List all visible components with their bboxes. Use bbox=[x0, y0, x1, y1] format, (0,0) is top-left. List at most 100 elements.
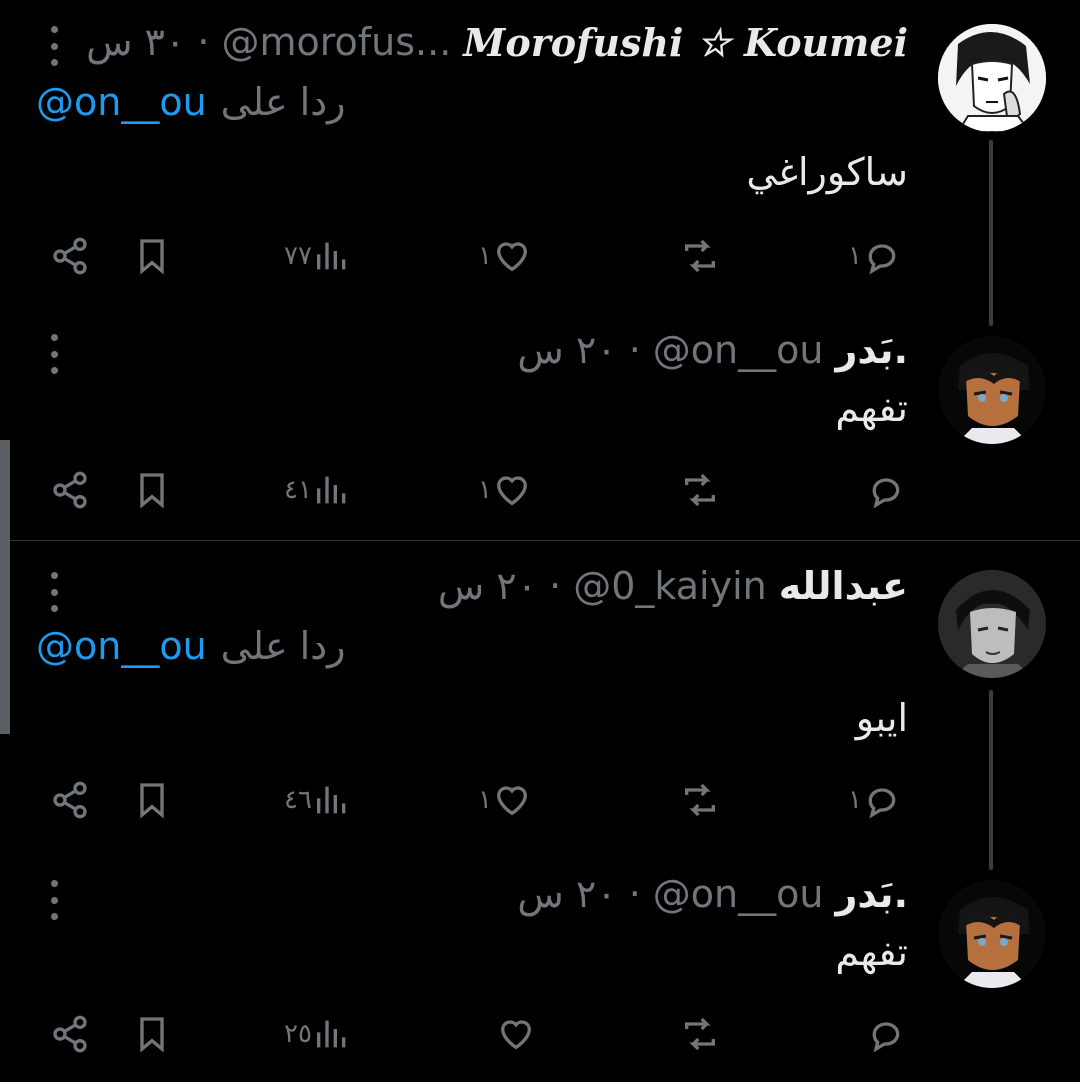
views-button[interactable]: ٤١ bbox=[284, 460, 352, 520]
more-icon[interactable] bbox=[44, 334, 64, 374]
display-name[interactable]: Morofushi ☆ Koumei bbox=[463, 20, 908, 65]
replying-label: ردا على bbox=[220, 80, 346, 124]
user-handle[interactable]: @on__ou bbox=[653, 328, 824, 372]
tweet-header: Morofushi ☆ Koumei @morofus... · ٣٠ س bbox=[86, 12, 908, 72]
bookmark-icon bbox=[140, 473, 164, 509]
separator-dot: · bbox=[549, 564, 562, 608]
views-count: ٢٥ bbox=[284, 1019, 312, 1049]
timestamp[interactable]: ٣٠ س bbox=[86, 20, 185, 64]
bookmark-icon bbox=[140, 783, 164, 819]
user-handle[interactable]: @on__ou bbox=[653, 872, 824, 916]
reply-button[interactable] bbox=[866, 460, 906, 520]
avatar[interactable] bbox=[938, 24, 1046, 132]
bookmark-icon bbox=[140, 1017, 164, 1053]
retweet-icon bbox=[685, 473, 715, 507]
user-handle[interactable]: @morofus... bbox=[221, 20, 451, 64]
tweet-text: تفهم bbox=[835, 386, 908, 430]
like-count: ١ bbox=[478, 241, 492, 271]
avatar[interactable] bbox=[938, 880, 1046, 988]
views-button[interactable]: ٢٥ bbox=[284, 1004, 352, 1064]
action-bar: ٤٦ ١ ١ bbox=[40, 770, 920, 830]
action-bar: ٤١ ١ bbox=[40, 460, 920, 520]
retweet-icon bbox=[685, 1017, 715, 1051]
reply-icon bbox=[872, 1022, 900, 1053]
bookmark-button[interactable] bbox=[132, 770, 172, 830]
views-button[interactable]: ٧٧ bbox=[284, 226, 352, 286]
share-button[interactable] bbox=[50, 770, 90, 830]
like-button[interactable]: ١ bbox=[478, 770, 532, 830]
avatar[interactable] bbox=[938, 570, 1046, 678]
separator-dot: · bbox=[628, 328, 641, 372]
display-name[interactable]: عبدالله bbox=[779, 564, 908, 608]
display-name[interactable]: بَدر. bbox=[835, 872, 908, 916]
like-icon bbox=[496, 786, 527, 816]
bookmark-icon bbox=[140, 239, 164, 275]
like-icon bbox=[500, 1020, 532, 1050]
bookmark-button[interactable] bbox=[132, 1004, 172, 1064]
more-icon[interactable] bbox=[44, 572, 64, 612]
reply-count: ١ bbox=[848, 241, 862, 271]
timestamp[interactable]: ٢٠ س bbox=[517, 872, 616, 916]
like-count: ١ bbox=[478, 475, 492, 505]
like-button[interactable]: ١ bbox=[478, 460, 532, 520]
retweet-icon bbox=[685, 239, 715, 273]
retweet-button[interactable] bbox=[680, 770, 720, 830]
more-icon[interactable] bbox=[44, 880, 64, 920]
reply-button[interactable] bbox=[866, 1004, 906, 1064]
views-icon bbox=[316, 1020, 346, 1048]
like-button[interactable]: ١ bbox=[478, 226, 532, 286]
share-button[interactable] bbox=[50, 460, 90, 520]
separator-dot: · bbox=[628, 872, 641, 916]
user-handle[interactable]: @0_kaiyin bbox=[573, 564, 767, 608]
action-bar: ٢٥ bbox=[40, 1004, 920, 1064]
reply-button[interactable]: ١ bbox=[848, 226, 902, 286]
tweet-header: بَدر. @on__ou · ٢٠ س bbox=[517, 320, 908, 380]
action-bar: ٧٧ ١ ١ bbox=[40, 226, 920, 286]
share-icon bbox=[53, 1015, 87, 1053]
views-button[interactable]: ٤٦ bbox=[284, 770, 352, 830]
share-button[interactable] bbox=[50, 226, 90, 286]
views-count: ٧٧ bbox=[284, 241, 312, 271]
replying-to: @on__ou ردا على bbox=[36, 80, 346, 124]
thread-line bbox=[989, 140, 993, 326]
share-icon bbox=[53, 781, 87, 819]
tweet-text: ايبو bbox=[855, 696, 908, 740]
bookmark-button[interactable] bbox=[132, 226, 172, 286]
reply-icon bbox=[868, 788, 896, 819]
tweet-header: بَدر. @on__ou · ٢٠ س bbox=[517, 864, 908, 924]
share-icon bbox=[53, 471, 87, 509]
views-count: ٤١ bbox=[284, 475, 312, 505]
tweet-text: ساكوراغي bbox=[746, 150, 908, 194]
views-icon bbox=[316, 476, 346, 504]
share-icon bbox=[53, 237, 87, 275]
like-icon bbox=[496, 242, 527, 272]
reply-to-handle[interactable]: @on__ou bbox=[36, 80, 207, 124]
views-icon bbox=[316, 242, 346, 270]
replying-label: ردا على bbox=[220, 624, 346, 668]
like-count: ١ bbox=[478, 785, 492, 815]
like-button[interactable] bbox=[496, 1004, 536, 1064]
retweet-button[interactable] bbox=[680, 1004, 720, 1064]
display-name[interactable]: بَدر. bbox=[835, 328, 908, 372]
avatar[interactable] bbox=[938, 336, 1046, 444]
share-button[interactable] bbox=[50, 1004, 90, 1064]
retweet-button[interactable] bbox=[680, 226, 720, 286]
timestamp[interactable]: ٢٠ س bbox=[438, 564, 537, 608]
reply-count: ١ bbox=[848, 785, 862, 815]
thread-line bbox=[989, 690, 993, 870]
like-icon bbox=[496, 476, 527, 506]
separator-dot: · bbox=[197, 20, 210, 64]
views-icon bbox=[316, 786, 346, 814]
tweet-text: تفهم bbox=[835, 930, 908, 974]
reply-button[interactable]: ١ bbox=[848, 770, 902, 830]
replying-to: @on__ou ردا على bbox=[36, 624, 346, 668]
tweet-header: عبدالله @0_kaiyin · ٢٠ س bbox=[438, 556, 908, 616]
scrollbar[interactable] bbox=[0, 440, 10, 734]
timestamp[interactable]: ٢٠ س bbox=[517, 328, 616, 372]
retweet-button[interactable] bbox=[680, 460, 720, 520]
reply-to-handle[interactable]: @on__ou bbox=[36, 624, 207, 668]
views-count: ٤٦ bbox=[284, 785, 312, 815]
more-icon[interactable] bbox=[44, 26, 64, 66]
bookmark-button[interactable] bbox=[132, 460, 172, 520]
reply-icon bbox=[868, 244, 896, 275]
